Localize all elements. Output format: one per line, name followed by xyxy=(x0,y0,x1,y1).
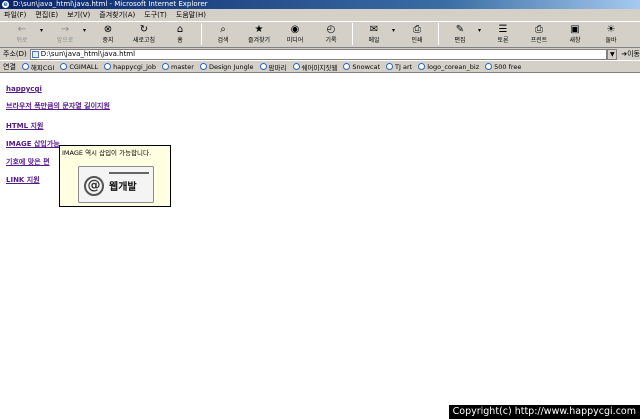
tooltip-text: IMAGE 역시 삽입이 가능합니다. xyxy=(62,149,152,157)
ie-link-icon xyxy=(199,63,207,70)
ie-link-icon xyxy=(485,63,493,70)
edit-icon: ✎ xyxy=(455,24,465,35)
back-button[interactable]: ← 뒤로 xyxy=(4,22,40,47)
web-dev-logo: @ 웹개발 xyxy=(78,166,154,203)
ie-link-icon xyxy=(343,63,351,70)
copyright-banner: Copyright(c) http://www.happycgi.com xyxy=(448,405,640,419)
logo-text: 웹개발 xyxy=(109,182,137,193)
standard-toolbar: ← 뒤로 ▾ → 앞으로 ▾ ⊗ 중지 ↻ 새로고침 ⌂ 홈 ⌕ 검색 ★ 즐겨… xyxy=(0,22,640,48)
history-button[interactable]: ◴ 기록 xyxy=(313,22,349,47)
content-link-html[interactable]: HTML 지원 xyxy=(6,121,43,131)
address-dropdown-icon[interactable]: ▼ xyxy=(607,48,618,60)
content-link-image[interactable]: IMAGE 삽입가능 xyxy=(6,139,60,149)
mail-dropdown-icon[interactable]: ▾ xyxy=(392,22,399,34)
forward-dropdown-icon[interactable]: ▾ xyxy=(83,22,90,34)
page-icon xyxy=(31,50,39,58)
link-snowcat[interactable]: Snowcat xyxy=(343,63,380,71)
content-link-link[interactable]: LINK 지원 xyxy=(6,175,40,185)
toolbar-separator xyxy=(352,23,353,45)
window-icon: ▣ xyxy=(570,24,580,35)
link-500-free[interactable]: 500 free xyxy=(485,63,521,71)
ie-link-icon xyxy=(259,63,267,70)
edit-button[interactable]: ✎ 편집 xyxy=(442,22,478,47)
ie-logo-icon: e xyxy=(2,1,9,8)
link-mammari[interactable]: 맘마리 xyxy=(259,62,287,72)
edit-dropdown-icon[interactable]: ▾ xyxy=(478,22,485,34)
menu-edit[interactable]: 편집(E) xyxy=(35,10,58,20)
ie-link-icon xyxy=(162,63,170,70)
link-share-image[interactable]: 쉐어미지짓웹 xyxy=(292,62,337,72)
ie-link-icon xyxy=(60,63,68,70)
link-design-jungle[interactable]: Design Jungle xyxy=(199,63,254,71)
refresh-icon: ↻ xyxy=(139,24,149,35)
address-label: 주소(D) xyxy=(3,50,27,58)
forward-button[interactable]: → 앞으로 xyxy=(47,22,83,47)
links-label: 연결 xyxy=(3,62,16,71)
menu-bar: 파일(F) 편집(E) 보기(V) 즐겨찾기(A) 도구(T) 도움말(H) xyxy=(0,9,640,22)
search-button[interactable]: ⌕ 검색 xyxy=(205,22,241,47)
print-button[interactable]: ⎙ 인쇄 xyxy=(399,22,435,47)
menu-help[interactable]: 도움말(H) xyxy=(176,10,206,20)
back-arrow-icon: ← xyxy=(17,24,27,35)
favorites-icon: ★ xyxy=(254,24,264,35)
print-icon: ⎙ xyxy=(413,24,421,35)
menu-file[interactable]: 파일(F) xyxy=(4,10,26,20)
window-titlebar: e D:\sun\java_html\java.html - Microsoft… xyxy=(0,0,640,9)
content-link-happycgi[interactable]: happycgi xyxy=(6,85,42,93)
go-button[interactable]: ➔이동 xyxy=(621,49,640,59)
home-button[interactable]: ⌂ 홈 xyxy=(162,22,198,47)
link-happycgi[interactable]: 해피CGI xyxy=(21,62,54,72)
menu-view[interactable]: 보기(V) xyxy=(67,10,90,20)
back-dropdown-icon[interactable]: ▾ xyxy=(40,22,47,34)
image-tooltip: IMAGE 역시 삽입이 가능합니다. @ 웹개발 xyxy=(59,145,171,207)
menu-favorites[interactable]: 즐겨찾기(A) xyxy=(99,10,135,20)
ie-link-icon xyxy=(386,63,394,70)
links-bar: 연결 해피CGI CGIMALL happycgi_job master Des… xyxy=(0,61,640,73)
menu-tools[interactable]: 도구(T) xyxy=(144,10,167,20)
stop-icon: ⊗ xyxy=(103,24,113,35)
search-icon: ⌕ xyxy=(220,24,226,35)
content-link-string-width[interactable]: 브라우저 폭만큼의 문자열 길이지원 xyxy=(6,101,110,111)
discuss-button[interactable]: ☰ 토론 xyxy=(485,22,521,47)
link-tj-art[interactable]: TJ art xyxy=(386,63,412,71)
link-happycgi-job[interactable]: happycgi_job xyxy=(104,63,156,71)
history-icon: ◴ xyxy=(326,24,336,35)
link-master[interactable]: master xyxy=(162,63,194,71)
messenger-button[interactable]: ▣ 새창 xyxy=(557,22,593,47)
ie-link-icon xyxy=(418,63,426,70)
address-value: D:\sun\java_html\java.html xyxy=(40,49,136,58)
link-cgimall[interactable]: CGIMALL xyxy=(60,63,98,71)
ie-link-icon xyxy=(104,63,112,70)
media-button[interactable]: ◉ 미디어 xyxy=(277,22,313,47)
lightbulb-icon: ☀ xyxy=(606,24,616,35)
refresh-button[interactable]: ↻ 새로고침 xyxy=(126,22,162,47)
toolbar-separator xyxy=(438,23,439,45)
assistant-button[interactable]: ☀ 둘바 xyxy=(593,22,629,47)
favorites-button[interactable]: ★ 즐겨찾기 xyxy=(241,22,277,47)
address-bar: 주소(D) D:\sun\java_html\java.html ▼ ➔이동 xyxy=(0,48,640,61)
ie-link-icon xyxy=(292,63,300,70)
content-link-preference[interactable]: 기호에 맞은 편 xyxy=(6,157,50,167)
stop-button[interactable]: ⊗ 중지 xyxy=(90,22,126,47)
printer-icon: ⎙ xyxy=(535,24,543,35)
ie-link-icon xyxy=(21,63,29,70)
toolbar-separator xyxy=(201,23,202,45)
page-content: happycgi 브라우저 폭만큼의 문자열 길이지원 HTML 지원 IMAG… xyxy=(0,74,640,419)
at-sign-icon: @ xyxy=(84,176,104,196)
home-icon: ⌂ xyxy=(176,24,184,35)
mail-icon: ✉ xyxy=(369,24,379,35)
printer-button[interactable]: ⎙ 프린트 xyxy=(521,22,557,47)
discuss-icon: ☰ xyxy=(498,24,508,35)
link-logo-corean[interactable]: logo_corean_biz xyxy=(418,63,479,71)
mail-button[interactable]: ✉ 메일 xyxy=(356,22,392,47)
forward-arrow-icon: → xyxy=(60,24,70,35)
logo-bar xyxy=(109,172,149,174)
media-icon: ◉ xyxy=(290,24,300,35)
window-title: D:\sun\java_html\java.html - Microsoft I… xyxy=(13,0,208,8)
address-input[interactable]: D:\sun\java_html\java.html xyxy=(29,48,608,60)
